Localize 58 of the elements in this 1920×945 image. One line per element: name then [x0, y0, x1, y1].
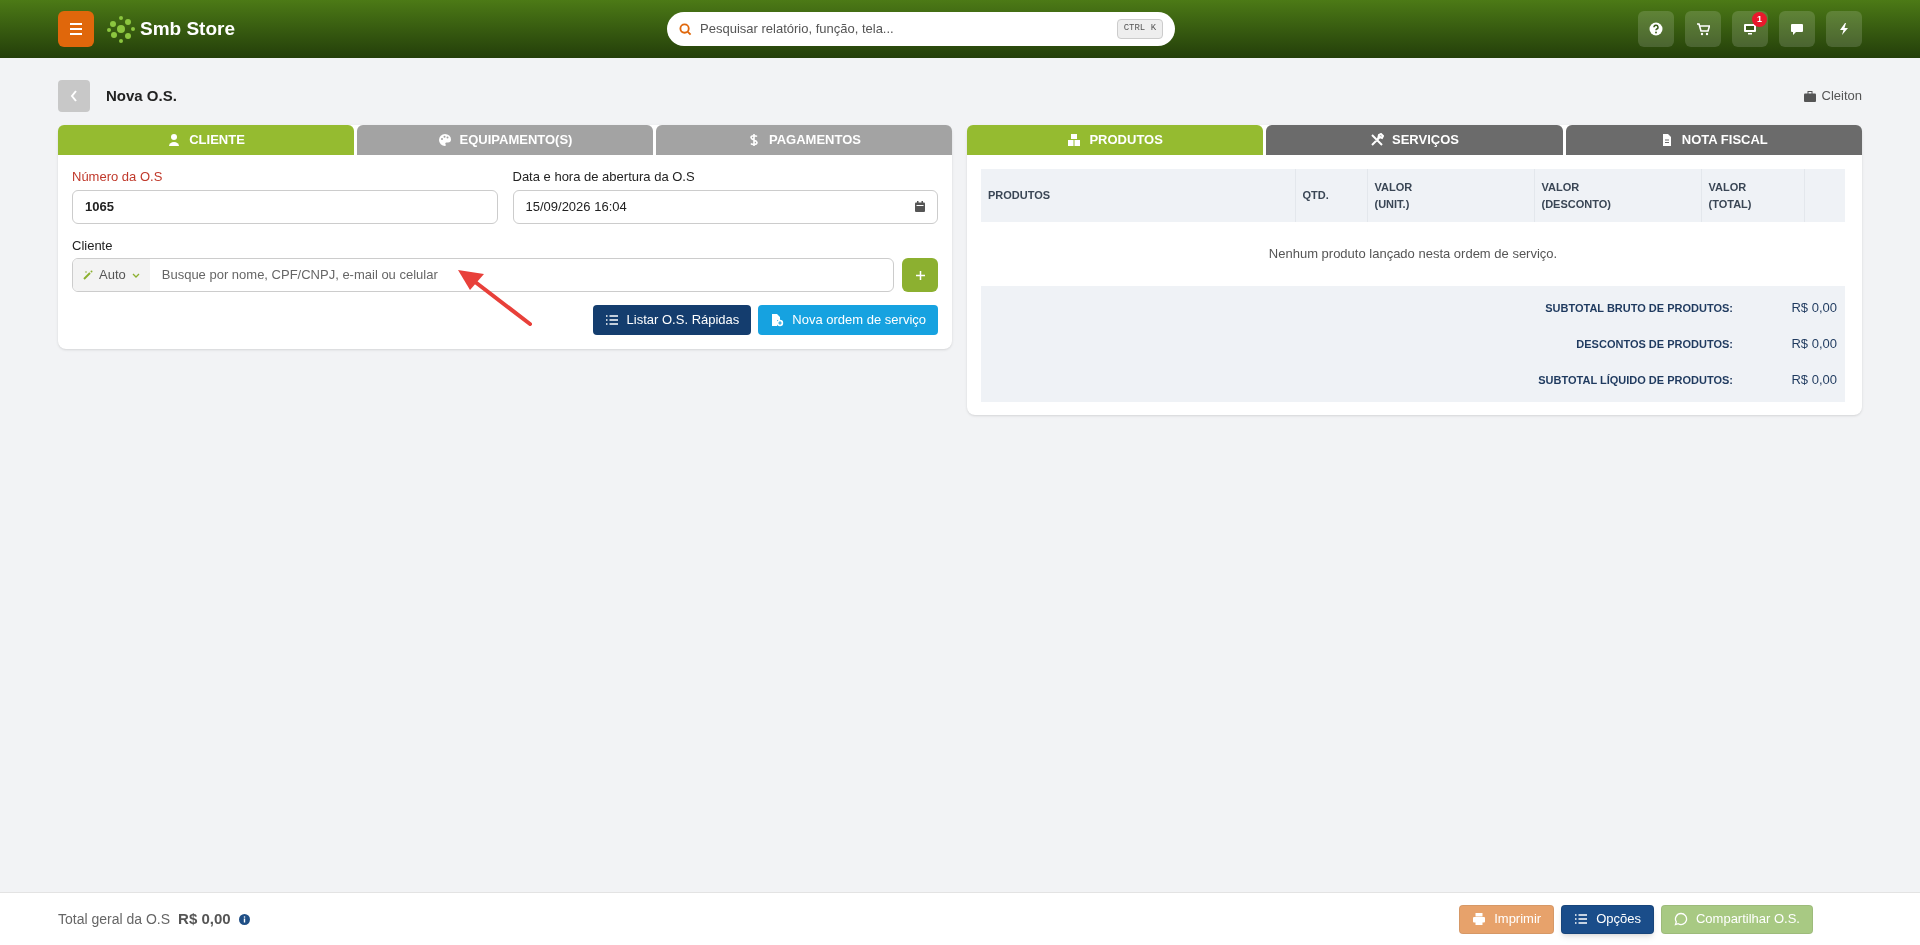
total-value: R$ 0,00: [1790, 335, 1837, 354]
total-value: R$ 0,00: [1790, 299, 1837, 318]
total-label: SUBTOTAL LÍQUIDO DE PRODUTOS:: [1538, 372, 1733, 388]
field-label: Cliente: [72, 236, 114, 255]
options-button[interactable]: Opções: [1561, 904, 1654, 934]
cart-icon: [1696, 22, 1710, 36]
logo-icon: [106, 14, 136, 44]
tab[interactable]: NOTA FISCAL: [1565, 125, 1862, 155]
date-time-field[interactable]: 15/09/2026 16:04: [512, 189, 938, 224]
field-label: Data e hora de abertura da O.S: [512, 168, 696, 186]
briefcase-icon: [1803, 90, 1816, 102]
total-value: R$ 0,00: [178, 908, 231, 929]
tools-icon: [1370, 133, 1384, 147]
client-search-field[interactable]: Auto Busque por nome, CPF/CNPJ, e-mail ou celular: [72, 258, 894, 292]
header-action-button[interactable]: [1779, 11, 1815, 47]
header-action-button[interactable]: [1685, 11, 1721, 47]
list-icon: [604, 313, 619, 327]
total-label: DESCONTOS DE PRODUTOS:: [1576, 336, 1733, 352]
total-value: R$ 0,00: [1790, 371, 1837, 390]
empty-table-message: Nenhum produto lançado nesta ordem de serviço.: [981, 222, 1845, 286]
list-icon: [1574, 912, 1589, 926]
list-button[interactable]: Listar O.S. Rápidas: [592, 305, 752, 335]
header-action-button[interactable]: [1638, 11, 1674, 47]
palette-icon: [437, 133, 452, 147]
search-field[interactable]: Pesquisar relatório, função, tela... CTRL K: [667, 12, 1176, 46]
brand-name: Smb Store: [140, 16, 236, 41]
user-name: Cleiton: [1821, 87, 1862, 106]
monitor-icon: [1743, 22, 1757, 36]
search-icon: [679, 22, 693, 36]
shortcut-hint: CTRL K: [1116, 19, 1164, 39]
header-action-button[interactable]: [1826, 11, 1862, 47]
chevron-left-icon: [70, 90, 78, 102]
total-label: SUBTOTAL BRUTO DE PRODUTOS:: [1545, 300, 1733, 316]
user-icon: [167, 133, 182, 147]
menu-icon: [69, 23, 83, 35]
plus-icon: [914, 269, 926, 281]
search-input[interactable]: Pesquisar relatório, função, tela...: [700, 19, 1109, 39]
os-number-field[interactable]: 1065: [72, 189, 498, 224]
calendar-icon: [915, 201, 925, 212]
file-plus-icon: [770, 313, 785, 327]
lightning-icon: [1837, 22, 1851, 36]
field-label: Número da O.S: [72, 168, 164, 186]
chevron-down-icon: [131, 272, 140, 278]
help-icon: [1649, 22, 1663, 36]
new-order-button[interactable]: Nova ordem de serviço: [758, 305, 938, 335]
total-label: Total geral da O.S: [58, 909, 171, 929]
info-icon: [238, 913, 250, 925]
search-mode-dropdown[interactable]: Auto: [73, 259, 150, 291]
notification-badge: 1: [1752, 12, 1767, 27]
tab[interactable]: SERVIÇOS: [1266, 125, 1563, 155]
menu-button[interactable]: [58, 11, 94, 47]
printer-icon: [1472, 912, 1487, 926]
chat-bubble-icon: [1790, 22, 1804, 36]
boxes-icon: [1067, 133, 1082, 147]
header-action-button[interactable]: 1: [1732, 11, 1768, 47]
dollar-icon: [747, 133, 761, 147]
page-title: Nova O.S.: [106, 85, 177, 106]
magic-wand-icon: [83, 270, 93, 280]
